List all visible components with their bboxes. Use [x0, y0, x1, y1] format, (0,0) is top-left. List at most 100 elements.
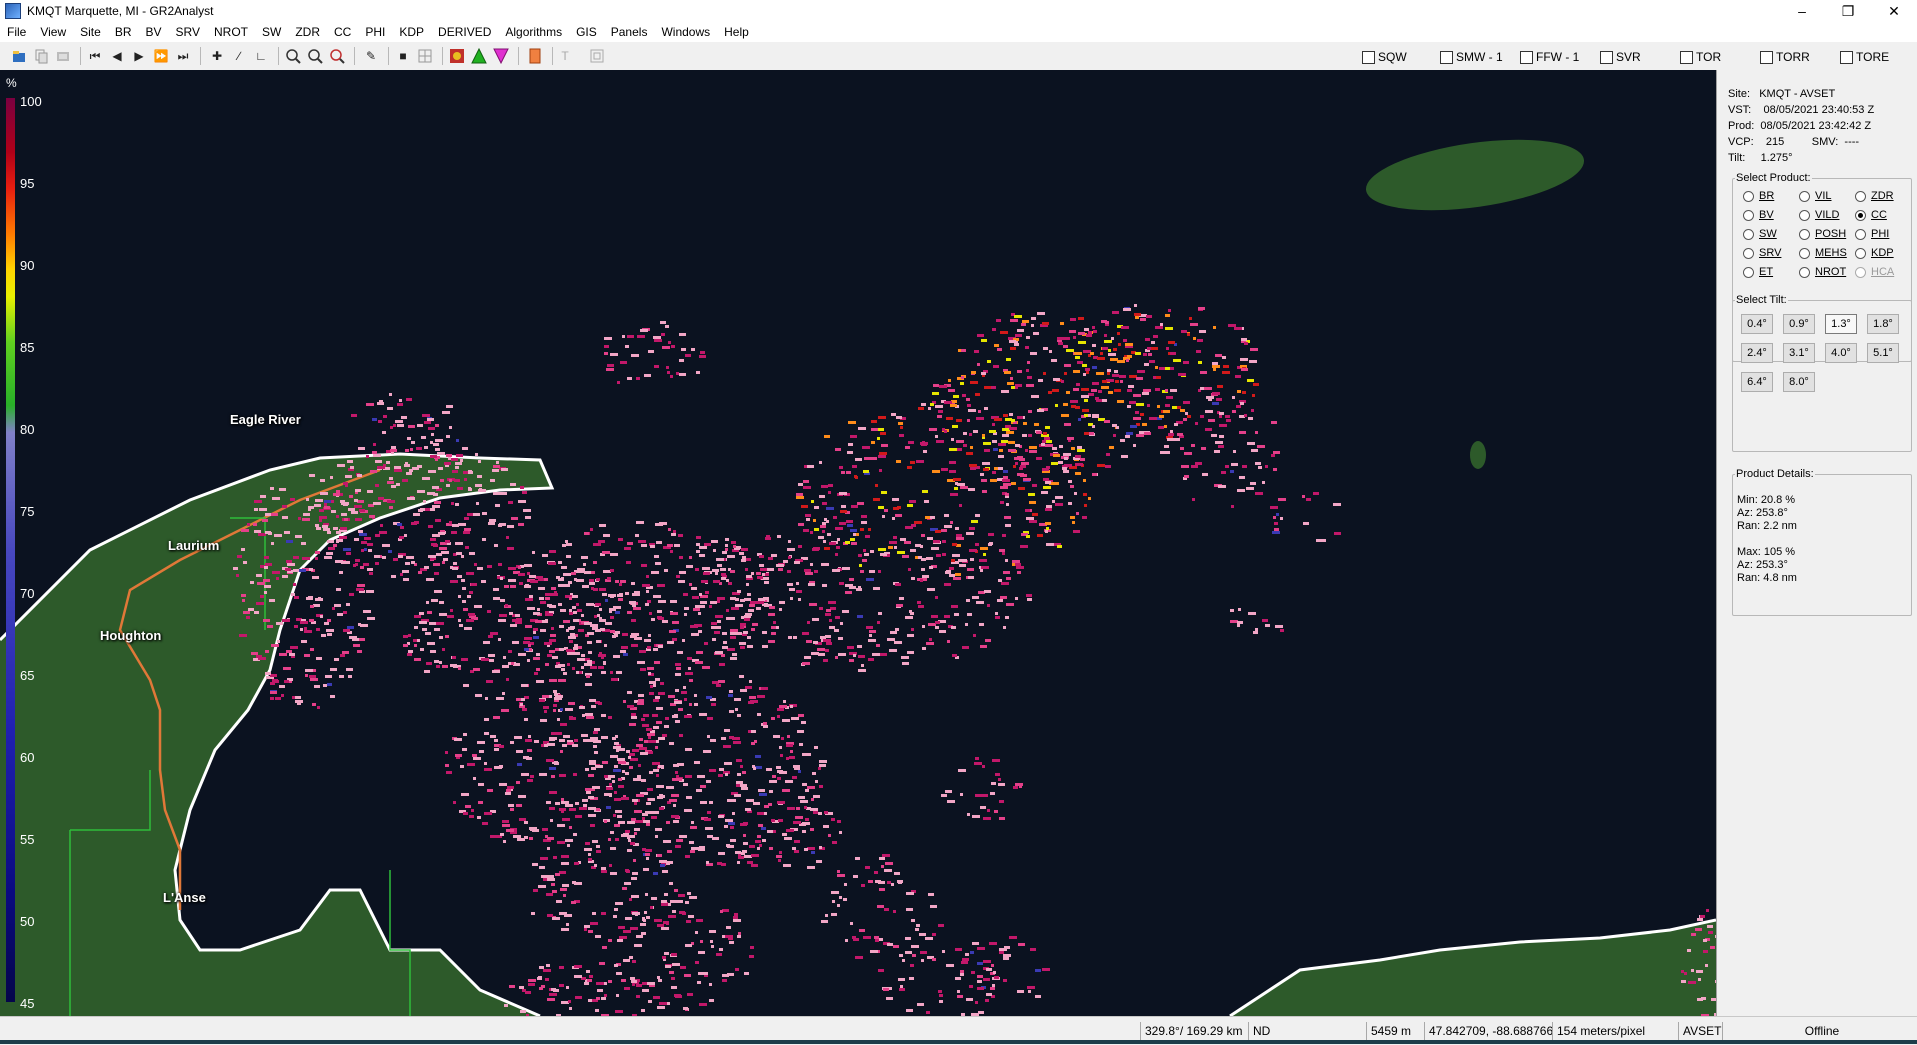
radio-circle[interactable] — [1743, 228, 1754, 240]
product-radio-sw[interactable]: SW — [1743, 228, 1777, 240]
radio-circle[interactable] — [1799, 228, 1810, 240]
menu-view[interactable]: View — [33, 22, 73, 42]
radio-circle[interactable] — [1855, 209, 1866, 221]
menu-site[interactable]: Site — [73, 22, 108, 42]
menu-help[interactable]: Help — [717, 22, 756, 42]
radio-circle[interactable] — [1799, 247, 1810, 259]
copy-icon[interactable] — [32, 47, 50, 65]
checkbox-box[interactable] — [1840, 50, 1853, 64]
text-icon[interactable]: T — [556, 47, 574, 65]
product-radio-hca[interactable]: HCA — [1855, 266, 1894, 278]
radio-circle[interactable] — [1855, 228, 1866, 240]
checkbox-box[interactable] — [1680, 50, 1693, 64]
color-table-icon[interactable] — [448, 47, 466, 65]
checkbox-box[interactable] — [1362, 50, 1375, 64]
menu-gis[interactable]: GIS — [569, 22, 604, 42]
radar-canvas[interactable] — [0, 70, 1716, 1016]
product-radio-cc[interactable]: CC — [1855, 209, 1887, 221]
warning-checkbox-ffw-1[interactable]: FFW - 1 — [1520, 50, 1579, 64]
tilt-button[interactable]: 0.4° — [1741, 314, 1773, 334]
product-radio-nrot[interactable]: NROT — [1799, 266, 1846, 278]
step-back-icon[interactable]: ◀ — [108, 47, 126, 65]
step-forward-icon[interactable]: ⏩ — [152, 47, 170, 65]
skip-last-icon[interactable]: ⏭ — [174, 47, 192, 65]
close-icon[interactable]: ✕ — [1871, 0, 1917, 22]
product-radio-kdp[interactable]: KDP — [1855, 247, 1894, 259]
stop-icon[interactable]: ■ — [394, 47, 412, 65]
radio-circle[interactable] — [1799, 190, 1810, 202]
warning-checkbox-sqw[interactable]: SQW — [1362, 50, 1407, 64]
tilt-button[interactable]: 1.8° — [1867, 314, 1899, 334]
menu-file[interactable]: File — [0, 22, 33, 42]
product-radio-bv[interactable]: BV — [1743, 209, 1774, 221]
product-radio-posh[interactable]: POSH — [1799, 228, 1846, 240]
radio-circle[interactable] — [1743, 247, 1754, 259]
radio-circle[interactable] — [1855, 266, 1866, 278]
product-radio-vil[interactable]: VIL — [1799, 190, 1832, 202]
product-radio-phi[interactable]: PHI — [1855, 228, 1889, 240]
tilt-button[interactable]: 8.0° — [1783, 372, 1815, 392]
checkbox-box[interactable] — [1760, 50, 1773, 64]
zoom-in-icon[interactable] — [284, 47, 302, 65]
radio-circle[interactable] — [1743, 190, 1754, 202]
open-icon[interactable] — [10, 47, 28, 65]
zoom-reset-icon[interactable] — [328, 47, 346, 65]
warning-checkbox-tor[interactable]: TOR — [1680, 50, 1721, 64]
checkbox-box[interactable] — [1520, 50, 1533, 64]
warning-checkbox-smw-1[interactable]: SMW - 1 — [1440, 50, 1503, 64]
menu-panels[interactable]: Panels — [604, 22, 655, 42]
radio-circle[interactable] — [1855, 190, 1866, 202]
menu-cc[interactable]: CC — [327, 22, 358, 42]
product-radio-srv[interactable]: SRV — [1743, 247, 1781, 259]
checkbox-box[interactable] — [1440, 50, 1453, 64]
magenta-triangle-icon[interactable] — [492, 47, 510, 65]
skip-first-icon[interactable]: ⏮ — [86, 47, 104, 65]
frame-icon[interactable] — [588, 47, 606, 65]
radar-map[interactable]: Eagle River Laurium Houghton L'Anse — [0, 70, 1716, 1016]
menu-bv[interactable]: BV — [139, 22, 169, 42]
menu-algorithms[interactable]: Algorithms — [498, 22, 569, 42]
measure-icon[interactable]: ∕ — [230, 47, 248, 65]
menu-phi[interactable]: PHI — [358, 22, 392, 42]
restore-icon[interactable]: ❐ — [1825, 0, 1871, 22]
orange-box-icon[interactable] — [526, 47, 544, 65]
grid-icon[interactable] — [416, 47, 434, 65]
minimize-icon[interactable]: – — [1779, 0, 1825, 22]
menu-srv[interactable]: SRV — [169, 22, 207, 42]
product-radio-mehs[interactable]: MEHS — [1799, 247, 1847, 259]
menu-windows[interactable]: Windows — [654, 22, 717, 42]
warning-checkbox-torr[interactable]: TORR — [1760, 50, 1810, 64]
tilt-button[interactable]: 1.3° — [1825, 314, 1857, 334]
menu-nrot[interactable]: NROT — [207, 22, 255, 42]
tilt-button[interactable]: 2.4° — [1741, 343, 1773, 363]
menu-br[interactable]: BR — [108, 22, 139, 42]
menu-sw[interactable]: SW — [255, 22, 288, 42]
warning-checkbox-svr[interactable]: SVR — [1600, 50, 1641, 64]
tilt-button[interactable]: 5.1° — [1867, 343, 1899, 363]
tilt-button[interactable]: 3.1° — [1783, 343, 1815, 363]
product-radio-et[interactable]: ET — [1743, 266, 1773, 278]
angle-icon[interactable]: ∟ — [252, 47, 270, 65]
radio-circle[interactable] — [1743, 266, 1754, 278]
radio-circle[interactable] — [1855, 247, 1866, 259]
product-radio-zdr[interactable]: ZDR — [1855, 190, 1894, 202]
tilt-button[interactable]: 4.0° — [1825, 343, 1857, 363]
tilt-button[interactable]: 0.9° — [1783, 314, 1815, 334]
radio-circle[interactable] — [1743, 209, 1754, 221]
menu-derived[interactable]: DERIVED — [431, 22, 498, 42]
tilt-button[interactable]: 6.4° — [1741, 372, 1773, 392]
product-radio-vild[interactable]: VILD — [1799, 209, 1839, 221]
radio-circle[interactable] — [1799, 266, 1810, 278]
green-triangle-icon[interactable] — [470, 47, 488, 65]
product-radio-br[interactable]: BR — [1743, 190, 1774, 202]
pan-icon[interactable]: ✚ — [208, 47, 226, 65]
export-icon[interactable] — [54, 47, 72, 65]
radio-circle[interactable] — [1799, 209, 1810, 221]
warning-checkbox-tore[interactable]: TORE — [1840, 50, 1889, 64]
play-icon[interactable]: ▶ — [130, 47, 148, 65]
pencil-icon[interactable]: ✎ — [362, 47, 380, 65]
menu-kdp[interactable]: KDP — [392, 22, 431, 42]
menu-zdr[interactable]: ZDR — [288, 22, 327, 42]
zoom-out-icon[interactable] — [306, 47, 324, 65]
checkbox-box[interactable] — [1600, 50, 1613, 64]
